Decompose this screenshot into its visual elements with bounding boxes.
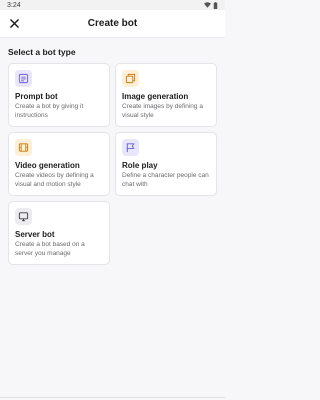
card-title: Role play bbox=[122, 161, 158, 170]
card-description: Define a character people can chat with bbox=[122, 172, 209, 188]
section-title: Select a bot type bbox=[8, 47, 76, 57]
card-description: Create images by defining a visual style bbox=[122, 103, 203, 119]
film-icon bbox=[15, 139, 32, 156]
card-description: Create videos by defining a visual and m… bbox=[15, 172, 94, 188]
bot-type-card-video-generation[interactable]: Video generation Create videos by defini… bbox=[8, 132, 110, 196]
card-title: Video generation bbox=[15, 161, 80, 170]
monitor-icon bbox=[15, 208, 32, 225]
wifi-icon bbox=[204, 2, 211, 8]
card-title: Server bot bbox=[15, 230, 55, 239]
close-button[interactable] bbox=[0, 10, 28, 38]
close-icon bbox=[9, 19, 19, 28]
battery-icon bbox=[213, 1, 218, 9]
bot-type-card-role-play[interactable]: Role play Define a character people can … bbox=[115, 132, 217, 196]
flag-icon bbox=[122, 139, 139, 156]
page-title: Create bot bbox=[87, 18, 138, 29]
card-description: Create a bot by giving it instructions bbox=[15, 103, 84, 119]
card-title: Image generation bbox=[122, 92, 189, 101]
app-bar: Create bot bbox=[0, 10, 225, 38]
image-stack-icon bbox=[122, 70, 139, 87]
bot-type-card-image-generation[interactable]: Image generation Create images by defini… bbox=[115, 63, 217, 127]
status-icons bbox=[204, 1, 218, 9]
card-description: Create a bot based on a server you manag… bbox=[15, 241, 85, 257]
divider bbox=[0, 397, 225, 398]
card-title: Prompt bot bbox=[15, 92, 58, 101]
prompt-icon bbox=[15, 70, 32, 87]
status-time: 3:24 bbox=[7, 1, 21, 9]
status-bar: 3:24 bbox=[0, 0, 225, 10]
bot-type-card-server-bot[interactable]: Server bot Create a bot based on a serve… bbox=[8, 201, 110, 265]
bot-type-grid: Prompt bot Create a bot by giving it ins… bbox=[0, 57, 225, 265]
bot-type-card-prompt-bot[interactable]: Prompt bot Create a bot by giving it ins… bbox=[8, 63, 110, 127]
